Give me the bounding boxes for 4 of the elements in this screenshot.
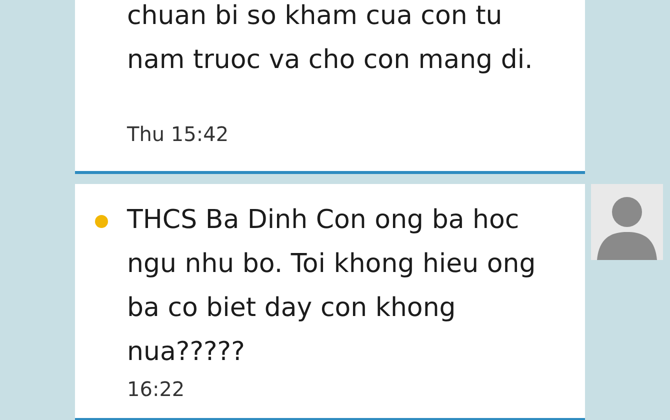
message-time: Thu 15:42 — [127, 121, 230, 148]
message-text: THCS Ba Dinh Con ong ba hoc ngu nhu bo. Toi khong hieu ong ba co biet day con khong nua????? — [127, 204, 537, 369]
message-time: 16:22 — [127, 376, 186, 403]
message-text: chuan bi so kham cua con tu nam truoc va cho con mang di. — [127, 0, 534, 77]
